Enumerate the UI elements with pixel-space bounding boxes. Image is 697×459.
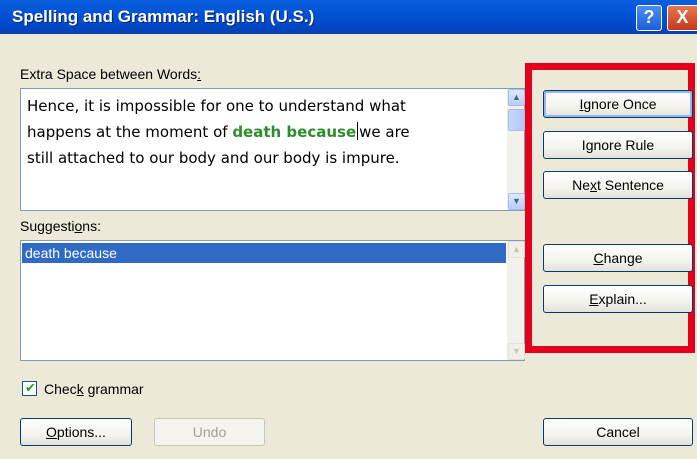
suggestions-scrollbar: ▲ ▼ bbox=[507, 241, 525, 360]
explain-button[interactable]: Explain... bbox=[543, 285, 693, 313]
options-access-key: O bbox=[46, 424, 57, 440]
cancel-button[interactable]: Cancel bbox=[543, 418, 693, 446]
next-sentence-access-key: x bbox=[589, 177, 597, 193]
sentence-line-2-start: happens at the moment of bbox=[27, 123, 233, 141]
sentence-scrollbar[interactable]: ▲ ▼ bbox=[507, 89, 525, 210]
close-icon: X bbox=[676, 7, 689, 27]
check-grammar-checkbox[interactable]: ✔ bbox=[22, 380, 37, 396]
scroll-down-icon[interactable]: ▼ bbox=[508, 193, 525, 210]
sentence-line-3: still attached to our body and our body … bbox=[27, 149, 400, 167]
next-sentence-label-start: Ne bbox=[572, 177, 590, 193]
window-title: Spelling and Grammar: English (U.S.) bbox=[12, 7, 315, 26]
ignore-rule-label-end: nore Rule bbox=[593, 137, 655, 153]
ignore-once-label: gnore Once bbox=[583, 96, 657, 112]
sentence-line-2-end: we are bbox=[359, 123, 410, 141]
undo-label: Undo bbox=[192, 424, 227, 440]
next-sentence-label-end: t Sentence bbox=[596, 177, 664, 193]
check-grammar-label-start: Chec bbox=[44, 381, 77, 397]
change-label: hange bbox=[603, 250, 643, 266]
help-icon: ? bbox=[643, 7, 655, 27]
suggestions-label: Suggestions: bbox=[20, 218, 101, 234]
options-label: ptions... bbox=[56, 424, 106, 440]
text-caret bbox=[357, 122, 359, 140]
error-type-label: Extra Space between Words: bbox=[20, 66, 201, 82]
options-button[interactable]: Options... bbox=[20, 418, 132, 446]
error-type-access-key: : bbox=[197, 66, 202, 82]
scroll-down-icon: ▼ bbox=[508, 343, 525, 360]
sentence-line-2: happens at the moment of death because we… bbox=[27, 119, 501, 145]
ignore-rule-button[interactable]: Ignore Rule bbox=[543, 131, 693, 159]
suggestions-list[interactable]: death because ▲ ▼ bbox=[20, 240, 525, 361]
sentence-editor[interactable]: Hence, it is impossible for one to under… bbox=[20, 88, 525, 211]
sentence-text[interactable]: Hence, it is impossible for one to under… bbox=[27, 93, 501, 171]
change-button[interactable]: Change bbox=[543, 244, 693, 272]
ignore-once-button[interactable]: Ignore Once bbox=[543, 90, 693, 118]
checkmark-icon: ✔ bbox=[25, 380, 36, 395]
grammar-error-text: death because bbox=[232, 123, 357, 141]
sentence-line-1: Hence, it is impossible for one to under… bbox=[27, 97, 406, 115]
title-bar: Spelling and Grammar: English (U.S.) ? X bbox=[0, 0, 697, 34]
scroll-up-icon: ▲ bbox=[508, 241, 525, 258]
suggestions-label-start: Suggesti bbox=[20, 218, 75, 234]
undo-button[interactable]: Undo bbox=[154, 418, 265, 446]
error-type-text: Extra Space between Words bbox=[20, 66, 198, 82]
explain-label: xplain... bbox=[598, 291, 647, 307]
scroll-thumb[interactable] bbox=[508, 109, 525, 131]
suggestions-label-end: ns: bbox=[82, 218, 101, 234]
next-sentence-button[interactable]: Next Sentence bbox=[543, 171, 693, 199]
close-button[interactable]: X bbox=[667, 5, 697, 31]
check-grammar-label[interactable]: Check grammar bbox=[44, 381, 144, 397]
scroll-up-icon[interactable]: ▲ bbox=[508, 89, 525, 106]
list-item[interactable]: death because bbox=[22, 243, 506, 263]
check-grammar-access-key: k bbox=[76, 381, 84, 397]
explain-access-key: E bbox=[589, 291, 599, 307]
cancel-label: Cancel bbox=[596, 424, 640, 440]
check-grammar-label-end: grammar bbox=[83, 381, 144, 397]
help-button[interactable]: ? bbox=[636, 5, 662, 31]
change-access-key: C bbox=[593, 250, 604, 266]
